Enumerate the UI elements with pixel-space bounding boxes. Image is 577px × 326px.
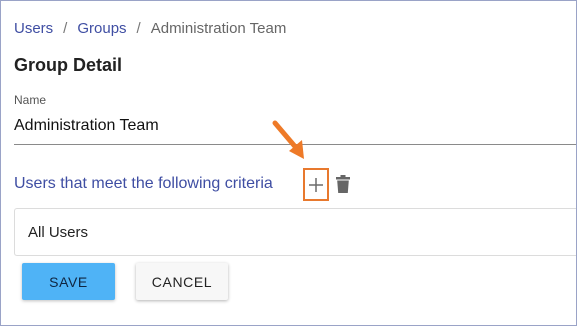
criteria-list: All Users <box>14 208 576 256</box>
breadcrumb-users-link[interactable]: Users <box>14 20 53 37</box>
breadcrumb-groups-link[interactable]: Groups <box>77 20 126 37</box>
delete-criteria-button[interactable] <box>332 173 354 195</box>
breadcrumb-separator: / <box>136 20 141 37</box>
breadcrumb-current: Administration Team <box>150 20 287 37</box>
name-field[interactable]: Administration Team <box>14 117 159 135</box>
name-field-label: Name <box>14 93 47 107</box>
breadcrumb: Users / Groups / Administration Team <box>14 20 286 37</box>
add-criteria-button[interactable] <box>303 168 329 201</box>
criteria-heading: Users that meet the following criteria <box>14 175 273 192</box>
criteria-item-all-users[interactable]: All Users <box>28 224 88 241</box>
page-title: Group Detail <box>14 55 123 75</box>
trash-icon <box>336 175 350 193</box>
page-frame: Users / Groups / Administration Team Group D… <box>0 0 577 326</box>
cancel-button[interactable]: CANCEL <box>136 263 228 300</box>
callout-arrow-icon <box>272 120 304 159</box>
plus-icon <box>309 177 323 192</box>
breadcrumb-separator: / <box>63 20 68 37</box>
save-button[interactable]: SAVE <box>22 263 115 300</box>
